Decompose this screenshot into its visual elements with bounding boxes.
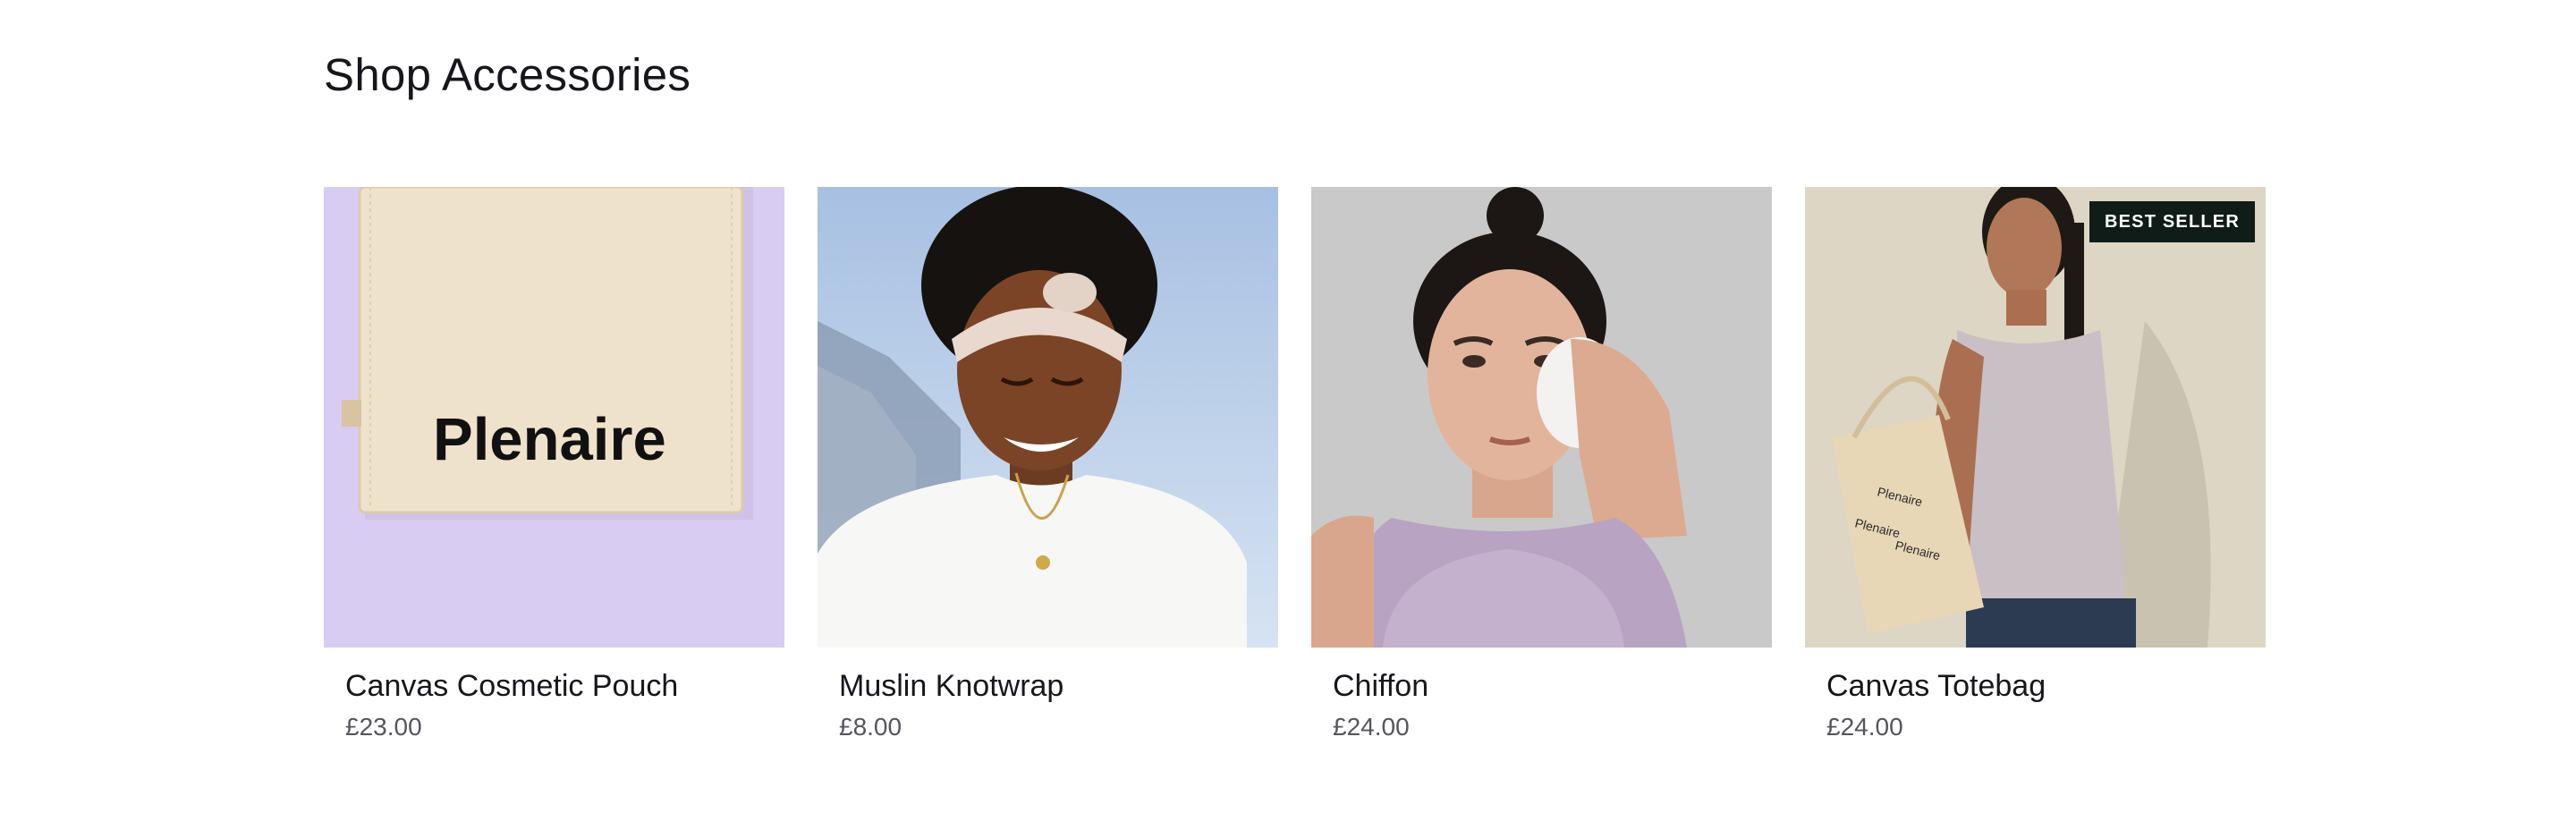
product-name[interactable]: Canvas Totebag (1826, 667, 2266, 705)
product-price: £24.00 (1333, 713, 1410, 741)
product-card-muslin-knotwrap[interactable]: Muslin Knotwrap £8.00 (818, 187, 1278, 742)
product-price: £23.00 (345, 713, 422, 741)
product-name[interactable]: Chiffon (1333, 667, 1772, 705)
knotwrap-model-image[interactable] (818, 187, 1278, 648)
product-name[interactable]: Canvas Cosmetic Pouch (345, 667, 784, 705)
product-card-canvas-cosmetic-pouch[interactable]: Plenaire Canvas Cosmetic Pouch £23.00 (324, 187, 784, 742)
product-grid: Plenaire Canvas Cosmetic Pouch £23.00 Mu… (324, 187, 2266, 742)
product-price: £8.00 (839, 713, 902, 741)
chiffon-model-image[interactable] (1311, 187, 1772, 648)
best-seller-badge: BEST SELLER (2089, 201, 2255, 242)
cosmetic-pouch-image[interactable]: Plenaire (324, 187, 784, 648)
shop-accessories-section: Shop Accessories Plenaire Canvas Cosmeti… (0, 0, 2576, 813)
section-title: Shop Accessories (324, 49, 691, 100)
product-price: £24.00 (1826, 713, 1903, 741)
pouch-logo-text: Plenaire (433, 406, 666, 473)
product-card-chiffon[interactable]: Chiffon £24.00 (1311, 187, 1772, 742)
totebag-model-image[interactable]: Plenaire Plenaire Plenaire BEST SELLER (1805, 187, 2266, 648)
product-card-canvas-totebag[interactable]: Plenaire Plenaire Plenaire BEST SELLER C… (1805, 187, 2266, 742)
product-name[interactable]: Muslin Knotwrap (839, 667, 1278, 705)
